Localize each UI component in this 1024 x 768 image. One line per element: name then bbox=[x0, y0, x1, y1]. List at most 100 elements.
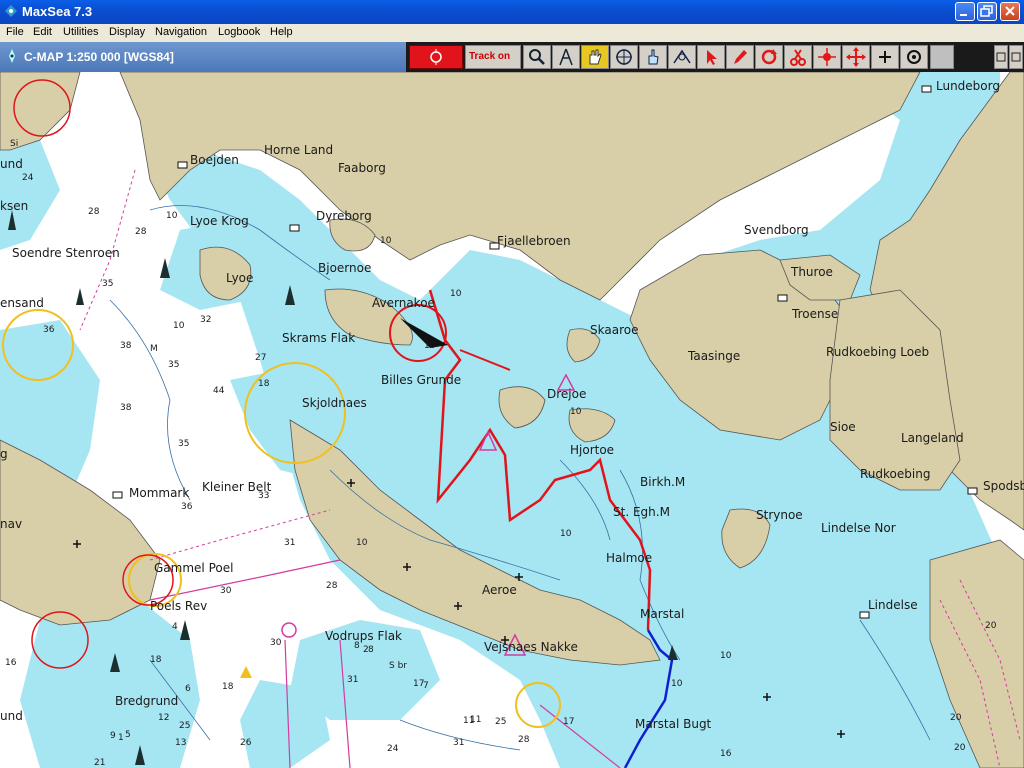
label-rudkoebing: Rudkoebing bbox=[860, 467, 930, 481]
pencil-button[interactable] bbox=[726, 45, 754, 69]
depth-contour-label: 10 bbox=[380, 236, 392, 246]
sounding: 28 bbox=[326, 581, 338, 591]
depth-contour-label: 10 bbox=[720, 651, 732, 661]
sounding: 4 bbox=[172, 622, 178, 632]
label-marstal-bugt: Marstal Bugt bbox=[635, 717, 712, 731]
move-arrows-icon bbox=[846, 47, 866, 67]
label-dyreborg: Dyreborg bbox=[316, 209, 372, 223]
magnifier-icon bbox=[529, 49, 545, 65]
blank-tool[interactable] bbox=[930, 45, 954, 69]
route-button[interactable] bbox=[668, 45, 696, 69]
label-lindelse: Lindelse bbox=[868, 598, 918, 612]
close-icon bbox=[1005, 6, 1015, 16]
label-lyoe: Lyoe bbox=[226, 271, 253, 285]
sounding: 38 bbox=[120, 341, 132, 351]
close-button[interactable] bbox=[1000, 2, 1020, 21]
track-on-label: Track on bbox=[469, 51, 511, 62]
record-button[interactable] bbox=[409, 45, 463, 69]
label-m: M bbox=[150, 344, 158, 354]
waypoint-button[interactable] bbox=[813, 45, 841, 69]
label-vodrups-flak: Vodrups Flak bbox=[325, 629, 402, 643]
menu-help[interactable]: Help bbox=[270, 26, 293, 38]
label-halmoe: Halmoe bbox=[606, 551, 652, 565]
compass-divider-button[interactable] bbox=[552, 45, 580, 69]
track-on-button[interactable]: Track on bbox=[465, 45, 521, 69]
label-avernakoe: Avernakoe bbox=[372, 296, 435, 310]
label-lindelse-nor: Lindelse Nor bbox=[821, 521, 896, 535]
rotate-button[interactable] bbox=[755, 45, 783, 69]
cut-button[interactable] bbox=[784, 45, 812, 69]
label-bjoernoe: Bjoernoe bbox=[318, 261, 371, 275]
sounding: 21 bbox=[94, 758, 105, 768]
minimize-button[interactable] bbox=[955, 2, 975, 21]
depth-contour-label: 10 bbox=[570, 407, 582, 417]
sounding: 18 bbox=[222, 682, 234, 692]
panel-icon bbox=[996, 52, 1006, 62]
label-gammel-poel: Gammel Poel bbox=[154, 561, 233, 575]
sounding: 24 bbox=[387, 744, 399, 754]
pencil-icon bbox=[734, 50, 747, 64]
panel-toggle-2[interactable] bbox=[1009, 45, 1023, 69]
sounding: 30 bbox=[270, 638, 282, 648]
target-button[interactable] bbox=[900, 45, 928, 69]
sounding: 11 bbox=[470, 715, 481, 725]
pan-hand-button[interactable] bbox=[581, 45, 609, 69]
sounding: 35 bbox=[102, 279, 113, 289]
sounding: 16 bbox=[720, 749, 732, 759]
sounding: 33 bbox=[258, 491, 269, 501]
scissors-icon bbox=[790, 49, 806, 66]
menu-navigation[interactable]: Navigation bbox=[155, 26, 207, 38]
menu-edit[interactable]: Edit bbox=[33, 26, 52, 38]
title-bar: MaxSea 7.3 bbox=[0, 0, 1024, 24]
center-button[interactable] bbox=[610, 45, 638, 69]
sounding: 28 bbox=[88, 207, 100, 217]
label-sioe: Sioe bbox=[830, 420, 856, 434]
sounding: 7 bbox=[423, 681, 429, 691]
label-skaaroe: Skaaroe bbox=[590, 323, 638, 337]
label-und-south: und bbox=[0, 709, 23, 723]
sounding: 8 bbox=[354, 641, 360, 651]
sounding: 28 bbox=[135, 227, 147, 237]
arrow-cursor-icon bbox=[707, 50, 717, 65]
select-hand-button[interactable] bbox=[639, 45, 667, 69]
label-fjaellebroen: Fjaellebroen bbox=[497, 234, 571, 248]
sounding: 38 bbox=[120, 403, 132, 413]
chart-canvas[interactable]: Lundeborg Horne Land Faaborg Boejden Lyo… bbox=[0, 72, 1024, 768]
sounding: 13 bbox=[175, 738, 186, 748]
record-icon bbox=[430, 49, 442, 65]
depth-contour-label: 10 bbox=[424, 341, 436, 351]
depth-contour-label: 10 bbox=[173, 321, 185, 331]
sounding: 2 bbox=[363, 645, 369, 655]
menu-utilities[interactable]: Utilities bbox=[63, 26, 98, 38]
pointer-button[interactable] bbox=[697, 45, 725, 69]
label-vejsnaes-nakke: Vejsnaes Nakke bbox=[484, 640, 578, 654]
label-boejden: Boejden bbox=[190, 153, 239, 167]
compass-icon bbox=[9, 49, 15, 63]
move-button[interactable] bbox=[842, 45, 870, 69]
add-button[interactable] bbox=[871, 45, 899, 69]
panel-icon bbox=[1011, 52, 1021, 62]
restore-button[interactable] bbox=[977, 2, 997, 21]
depth-contour-label: 10 bbox=[560, 529, 572, 539]
menu-display[interactable]: Display bbox=[109, 26, 145, 38]
sounding: 32 bbox=[200, 315, 211, 325]
label-ksen: ksen bbox=[0, 199, 28, 213]
sounding: 36 bbox=[43, 325, 55, 335]
sounding: 12 bbox=[158, 713, 169, 723]
sounding: 18 bbox=[150, 655, 162, 665]
waypoint-icon bbox=[818, 48, 836, 66]
sounding: 31 bbox=[347, 675, 358, 685]
sounding: 6 bbox=[185, 684, 191, 694]
sounding: 18 bbox=[258, 379, 270, 389]
menu-file[interactable]: File bbox=[6, 26, 24, 38]
nautical-chart[interactable]: Lundeborg Horne Land Faaborg Boejden Lyo… bbox=[0, 72, 1024, 768]
sounding: 16 bbox=[5, 658, 17, 668]
sounding: 17 bbox=[563, 717, 574, 727]
plus-icon bbox=[879, 51, 891, 63]
target-icon bbox=[907, 50, 921, 64]
label-horne-land: Horne Land bbox=[264, 143, 333, 157]
zoom-button[interactable] bbox=[523, 45, 551, 69]
menu-logbook[interactable]: Logbook bbox=[218, 26, 260, 38]
sounding: 35 bbox=[168, 360, 179, 370]
panel-toggle-1[interactable] bbox=[994, 45, 1008, 69]
